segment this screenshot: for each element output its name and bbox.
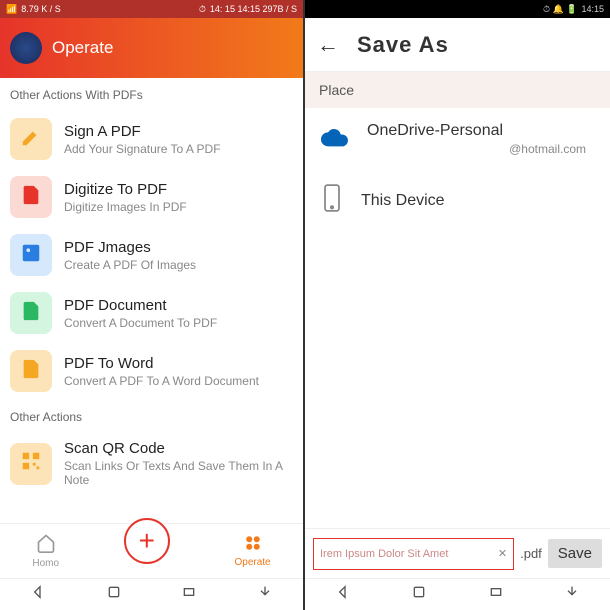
bottom-nav: Homo + Operate (0, 523, 303, 578)
status-bar-left: 📶8.79 K / S ⏱14: 15 14:15 297B / S (0, 0, 303, 18)
save-as-title: Save As (357, 32, 449, 58)
back-icon[interactable] (335, 584, 351, 605)
header-right: ← Save As (305, 18, 610, 72)
page-title: Operate (52, 38, 113, 58)
place-device[interactable]: This Device (305, 170, 610, 231)
grid-icon (244, 534, 262, 555)
file-icon (20, 300, 42, 327)
qr-icon (20, 450, 42, 477)
section-other-actions: Other Actions (0, 400, 303, 432)
back-icon[interactable] (30, 584, 46, 605)
action-sign-pdf[interactable]: Sign A PDFAdd Your Signature To A PDF (0, 110, 303, 168)
image-icon (20, 242, 42, 269)
action-scan-qr[interactable]: Scan QR CodeScan Links Or Texts And Save… (0, 432, 303, 495)
action-pdf-to-word[interactable]: PDF To WordConvert A PDF To A Word Docum… (0, 342, 303, 400)
home-icon[interactable] (106, 584, 122, 605)
nav-home[interactable]: Homo (32, 533, 59, 569)
back-button[interactable]: ← (317, 32, 339, 58)
onedrive-icon (321, 127, 349, 152)
plus-icon: + (139, 525, 155, 557)
action-pdf-document[interactable]: PDF DocumentConvert A Document To PDF (0, 284, 303, 342)
home-icon[interactable] (411, 584, 427, 605)
action-pdf-images[interactable]: PDF JmagesCreate A PDF Of Images (0, 226, 303, 284)
section-pdf-actions: Other Actions With PDFs (0, 78, 303, 110)
document-icon (20, 184, 42, 211)
clear-icon[interactable]: ✕ (498, 547, 507, 560)
filename-input[interactable]: Irem Ipsum Dolor Sit Amet ✕ (313, 538, 514, 570)
device-icon (321, 184, 343, 217)
system-nav-right (305, 578, 610, 610)
drawer-icon[interactable] (257, 584, 273, 605)
action-digitize-pdf[interactable]: Digitize To PDFDigitize Images In PDF (0, 168, 303, 226)
avatar[interactable] (10, 32, 42, 64)
pen-icon (20, 126, 42, 153)
status-bar-right: ⏱ 🔔 🔋14:15 (305, 0, 610, 18)
recent-icon[interactable] (181, 584, 197, 605)
system-nav-left (0, 578, 303, 610)
nav-operate[interactable]: Operate (234, 534, 270, 568)
save-button[interactable]: Save (548, 539, 602, 568)
save-row: Irem Ipsum Dolor Sit Amet ✕ .pdf Save (305, 528, 610, 578)
place-header: Place (305, 72, 610, 108)
drawer-icon[interactable] (564, 584, 580, 605)
file-extension: .pdf (520, 546, 542, 561)
fab-add[interactable]: + (124, 518, 170, 564)
word-icon (20, 358, 42, 385)
place-onedrive[interactable]: OneDrive-Personal @hotmail.com (305, 108, 610, 170)
recent-icon[interactable] (488, 584, 504, 605)
header-left: Operate (0, 18, 303, 78)
home-icon (36, 533, 56, 556)
